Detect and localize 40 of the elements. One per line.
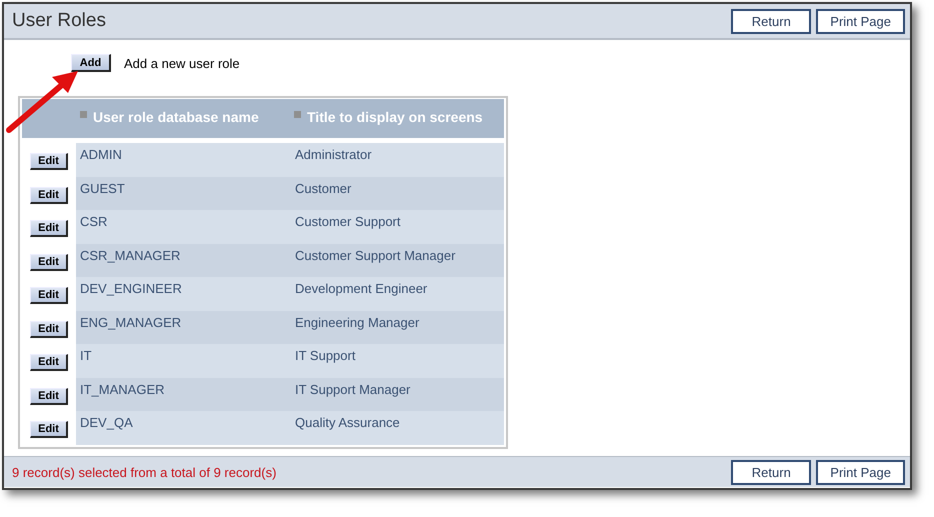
status-text: 9 record(s) selected from a total of 9 record(s) [12, 464, 276, 480]
table-cell-text: GUEST [79, 180, 126, 198]
table-cell-text: CSR [79, 213, 108, 231]
table-cell-text: Quality Assurance [294, 414, 401, 432]
add-button[interactable]: Add [71, 54, 111, 72]
edit-button[interactable]: Edit [30, 186, 68, 204]
annotation-arrow [6, 71, 78, 133]
print-page-button[interactable]: Print Page [816, 460, 905, 484]
print-page-button[interactable]: Print Page [816, 8, 905, 34]
table-cell-text: IT Support Manager [294, 380, 412, 399]
table-cell-text: Development Engineer [294, 280, 428, 298]
table-cell-text: DEV_QA [79, 414, 134, 432]
add-description: Add a new user role [124, 56, 240, 70]
table-cell-text: Customer [294, 180, 352, 198]
edit-button[interactable]: Edit [30, 320, 68, 338]
table-cell-text: ENG_MANAGER [79, 314, 182, 332]
edit-button[interactable]: Edit [30, 388, 68, 405]
edit-button[interactable]: Edit [30, 354, 68, 372]
table-cell-text: DEV_ENGINEER [79, 280, 183, 298]
table-cell-text: IT [79, 347, 93, 365]
table-cell-text: Customer Support Manager [294, 246, 456, 265]
table-cell-text: IT Support [294, 347, 356, 365]
return-button[interactable]: Return [731, 8, 812, 34]
edit-button[interactable]: Edit [30, 254, 68, 271]
table-cell-text: Engineering Manager [294, 314, 420, 332]
table-cell-text: ADMIN [79, 146, 123, 164]
table-cell-text: Customer Support [294, 213, 402, 231]
column-header: Title to display on screens [307, 109, 483, 125]
edit-button[interactable]: Edit [30, 421, 68, 438]
bullet-icon [80, 110, 87, 118]
return-button[interactable]: Return [731, 460, 812, 484]
table-cell-text: IT_MANAGER [79, 380, 166, 399]
bullet-icon [294, 110, 301, 118]
edit-button[interactable]: Edit [30, 220, 68, 238]
table-cell-text: Administrator [294, 146, 373, 164]
table-cell-text: CSR_MANAGER [79, 246, 182, 265]
edit-button[interactable]: Edit [30, 287, 68, 304]
column-header: User role database name [93, 109, 259, 125]
edit-button[interactable]: Edit [30, 153, 68, 170]
page-title: User Roles [12, 10, 106, 32]
